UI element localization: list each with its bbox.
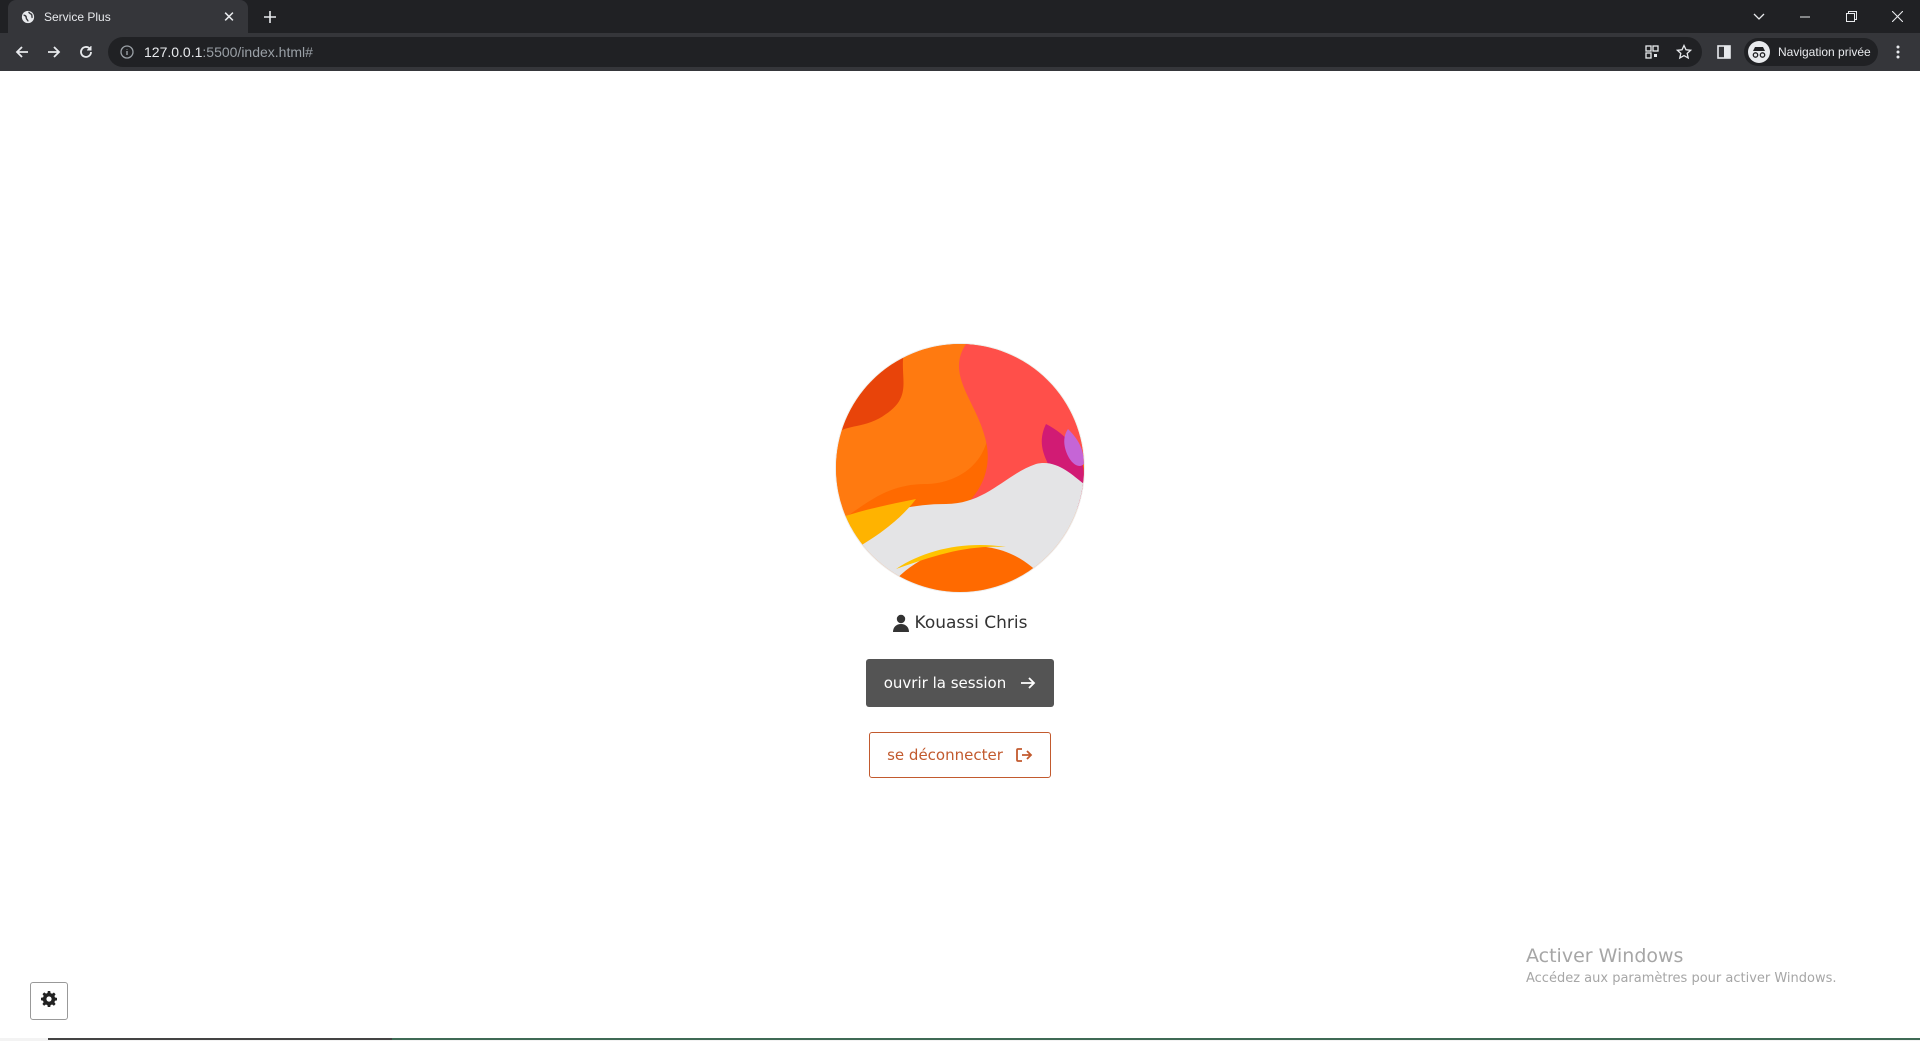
avatar [836,344,1084,592]
url-path: :5500/index.html# [202,44,313,60]
page-content: Kouassi Chris ouvrir la session se décon… [0,71,1920,1041]
user-name: Kouassi Chris [914,613,1028,633]
profile-label: Navigation privée [1778,45,1871,59]
close-tab-icon[interactable]: ✕ [220,8,238,26]
logout-label: se déconnecter [887,746,1003,764]
browser-toolbar: 127.0.0.1:5500/index.html# Navigation pr… [0,33,1920,71]
incognito-icon [1748,41,1770,63]
qr-code-icon[interactable] [1638,38,1666,66]
incognito-profile-chip[interactable]: Navigation privée [1744,38,1878,66]
bookmark-star-icon[interactable] [1670,38,1698,66]
browser-tabstrip: Service Plus ✕ [0,0,1920,33]
more-menu-icon[interactable] [1884,38,1912,66]
tab-title: Service Plus [44,9,111,24]
user-name-row: Kouassi Chris [0,613,1920,633]
minimize-button[interactable] [1782,0,1828,33]
open-session-label: ouvrir la session [883,674,1007,692]
taskbar-segment [392,1038,1920,1040]
new-tab-button[interactable] [258,5,282,29]
arrow-right-icon [1020,676,1036,690]
url-host: 127.0.0.1 [144,44,203,60]
restore-button[interactable] [1828,0,1874,33]
settings-button[interactable] [30,982,68,1020]
forward-button[interactable] [40,38,68,66]
taskbar-segment [48,1038,392,1040]
activation-title: Activer Windows [1526,945,1684,967]
info-icon[interactable] [118,43,136,61]
reload-button[interactable] [72,38,100,66]
logout-button[interactable]: se déconnecter [869,732,1051,778]
user-icon [892,614,911,632]
logout-icon [1015,747,1033,763]
open-session-button[interactable]: ouvrir la session [866,659,1054,707]
windows-activation-watermark: Activer Windows Accédez aux paramètres p… [1526,945,1837,986]
browser-tab[interactable]: Service Plus ✕ [8,0,248,33]
address-bar[interactable]: 127.0.0.1:5500/index.html# [108,37,1702,67]
back-button[interactable] [8,38,36,66]
activation-subtitle: Accédez aux paramètres pour activer Wind… [1526,971,1837,986]
close-window-button[interactable] [1874,0,1920,33]
side-panel-icon[interactable] [1710,38,1738,66]
globe-icon [20,9,36,25]
gear-icon [41,990,58,1012]
tab-search-icon[interactable] [1736,0,1782,33]
